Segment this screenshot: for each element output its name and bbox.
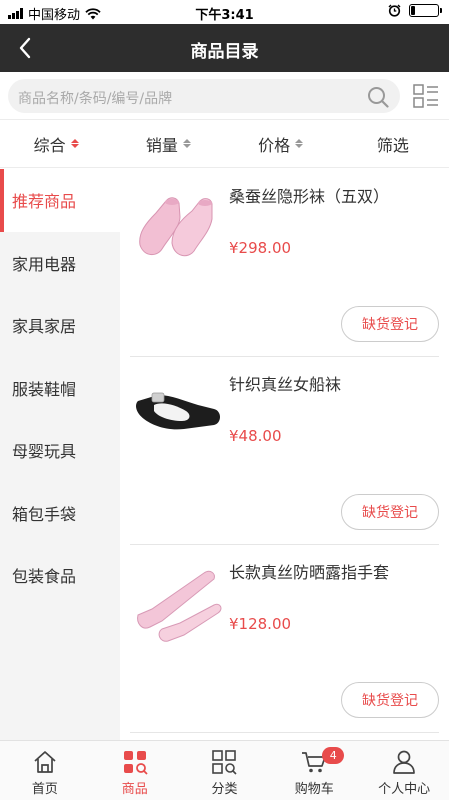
sort-bar: 综合 销量 价格 筛选 — [0, 120, 449, 168]
tab-home-label: 首页 — [31, 782, 58, 797]
product-image — [139, 197, 213, 257]
category-item-appliances[interactable]: 家用电器 — [0, 232, 120, 295]
sort-sales[interactable]: 销量 — [112, 120, 224, 167]
product-item[interactable]: 长款真丝防晒露指手套 ¥128.00 缺货登记 — [130, 545, 439, 733]
tab-cart[interactable]: 4 购物车 — [269, 741, 359, 800]
search-icon[interactable] — [366, 85, 390, 109]
category-item-recommended[interactable]: 推荐商品 — [0, 169, 120, 232]
list-view-toggle-icon[interactable] — [413, 84, 439, 108]
category-label: 推荐商品 — [12, 192, 77, 212]
user-icon — [393, 750, 415, 774]
category-item-bags[interactable]: 箱包手袋 — [0, 482, 120, 545]
sort-caret-icon — [70, 139, 79, 148]
category-sidebar: 推荐商品 家用电器 家具家居 服装鞋帽 母婴玩具 箱包手袋 包装食品 — [0, 169, 120, 740]
product-name: 针织真丝女船袜 — [229, 375, 342, 394]
filter-button[interactable]: 筛选 — [337, 120, 449, 167]
tab-profile-label: 个人中心 — [378, 782, 431, 797]
tab-cart-label: 购物车 — [294, 782, 334, 797]
product-name: 桑蚕丝隐形袜（五双） — [229, 187, 390, 206]
page-title: 商品目录 — [190, 42, 259, 62]
sort-caret-icon — [182, 139, 191, 148]
search-placeholder: 商品名称/条码/编号/品牌 — [18, 91, 173, 107]
product-name: 长款真丝防晒露指手套 — [229, 563, 390, 582]
search-row: 商品名称/条码/编号/品牌 — [0, 72, 449, 120]
category-item-apparel[interactable]: 服装鞋帽 — [0, 357, 120, 420]
category-label: 家用电器 — [12, 254, 77, 274]
tab-products[interactable]: 商品 — [90, 741, 180, 800]
out-of-stock-register-button[interactable]: 缺货登记 — [341, 306, 439, 342]
sort-sales-label: 销量 — [145, 135, 178, 155]
tab-products-label: 商品 — [121, 782, 148, 797]
category-label: 包装食品 — [12, 567, 77, 587]
category-item-food[interactable]: 包装食品 — [0, 544, 120, 607]
status-time: 下午3:41 — [195, 8, 254, 23]
category-label: 服装鞋帽 — [12, 379, 77, 399]
out-of-stock-register-button[interactable]: 缺货登记 — [341, 494, 439, 530]
category-label: 箱包手袋 — [12, 504, 77, 524]
category-label: 家具家居 — [12, 317, 77, 337]
category-item-home[interactable]: 家具家居 — [0, 294, 120, 357]
product-image — [136, 392, 220, 430]
tab-category[interactable]: 分类 — [180, 741, 270, 800]
product-item[interactable]: 桑蚕丝隐形袜（五双） ¥298.00 缺货登记 — [130, 169, 439, 357]
product-price: ¥128.00 — [229, 615, 292, 633]
product-list: 桑蚕丝隐形袜（五双） ¥298.00 缺货登记 针织真丝女船袜 ¥48.00 缺… — [120, 169, 449, 740]
sort-comprehensive[interactable]: 综合 — [0, 120, 112, 167]
product-image — [137, 570, 222, 642]
tab-profile[interactable]: 个人中心 — [359, 741, 449, 800]
bottom-tab-bar: 首页 商品 分类 4 购物车 个人中心 — [0, 740, 449, 800]
product-price: ¥48.00 — [229, 427, 282, 445]
products-icon — [123, 751, 148, 775]
tab-home[interactable]: 首页 — [0, 741, 90, 800]
sort-price-label: 价格 — [258, 135, 291, 155]
sort-comprehensive-label: 综合 — [33, 135, 66, 155]
out-of-stock-register-button[interactable]: 缺货登记 — [341, 682, 439, 718]
search-input[interactable]: 商品名称/条码/编号/品牌 — [8, 79, 400, 113]
product-item[interactable]: 针织真丝女船袜 ¥48.00 缺货登记 — [130, 357, 439, 545]
alarm-icon — [388, 4, 401, 17]
category-item-baby-toys[interactable]: 母婴玩具 — [0, 419, 120, 482]
status-right — [388, 4, 442, 17]
status-bar: 中国移动 下午3:41 — [0, 0, 449, 24]
filter-label: 筛选 — [376, 135, 409, 155]
home-icon — [34, 751, 56, 773]
product-price: ¥298.00 — [229, 239, 292, 257]
battery-icon — [409, 4, 442, 17]
sort-price[interactable]: 价格 — [225, 120, 337, 167]
tab-category-label: 分类 — [211, 782, 238, 797]
category-label: 母婴玩具 — [12, 442, 77, 462]
sort-caret-icon — [295, 139, 304, 148]
cart-badge: 4 — [322, 747, 345, 764]
category-icon — [212, 750, 238, 775]
nav-bar: 商品目录 — [0, 24, 449, 72]
